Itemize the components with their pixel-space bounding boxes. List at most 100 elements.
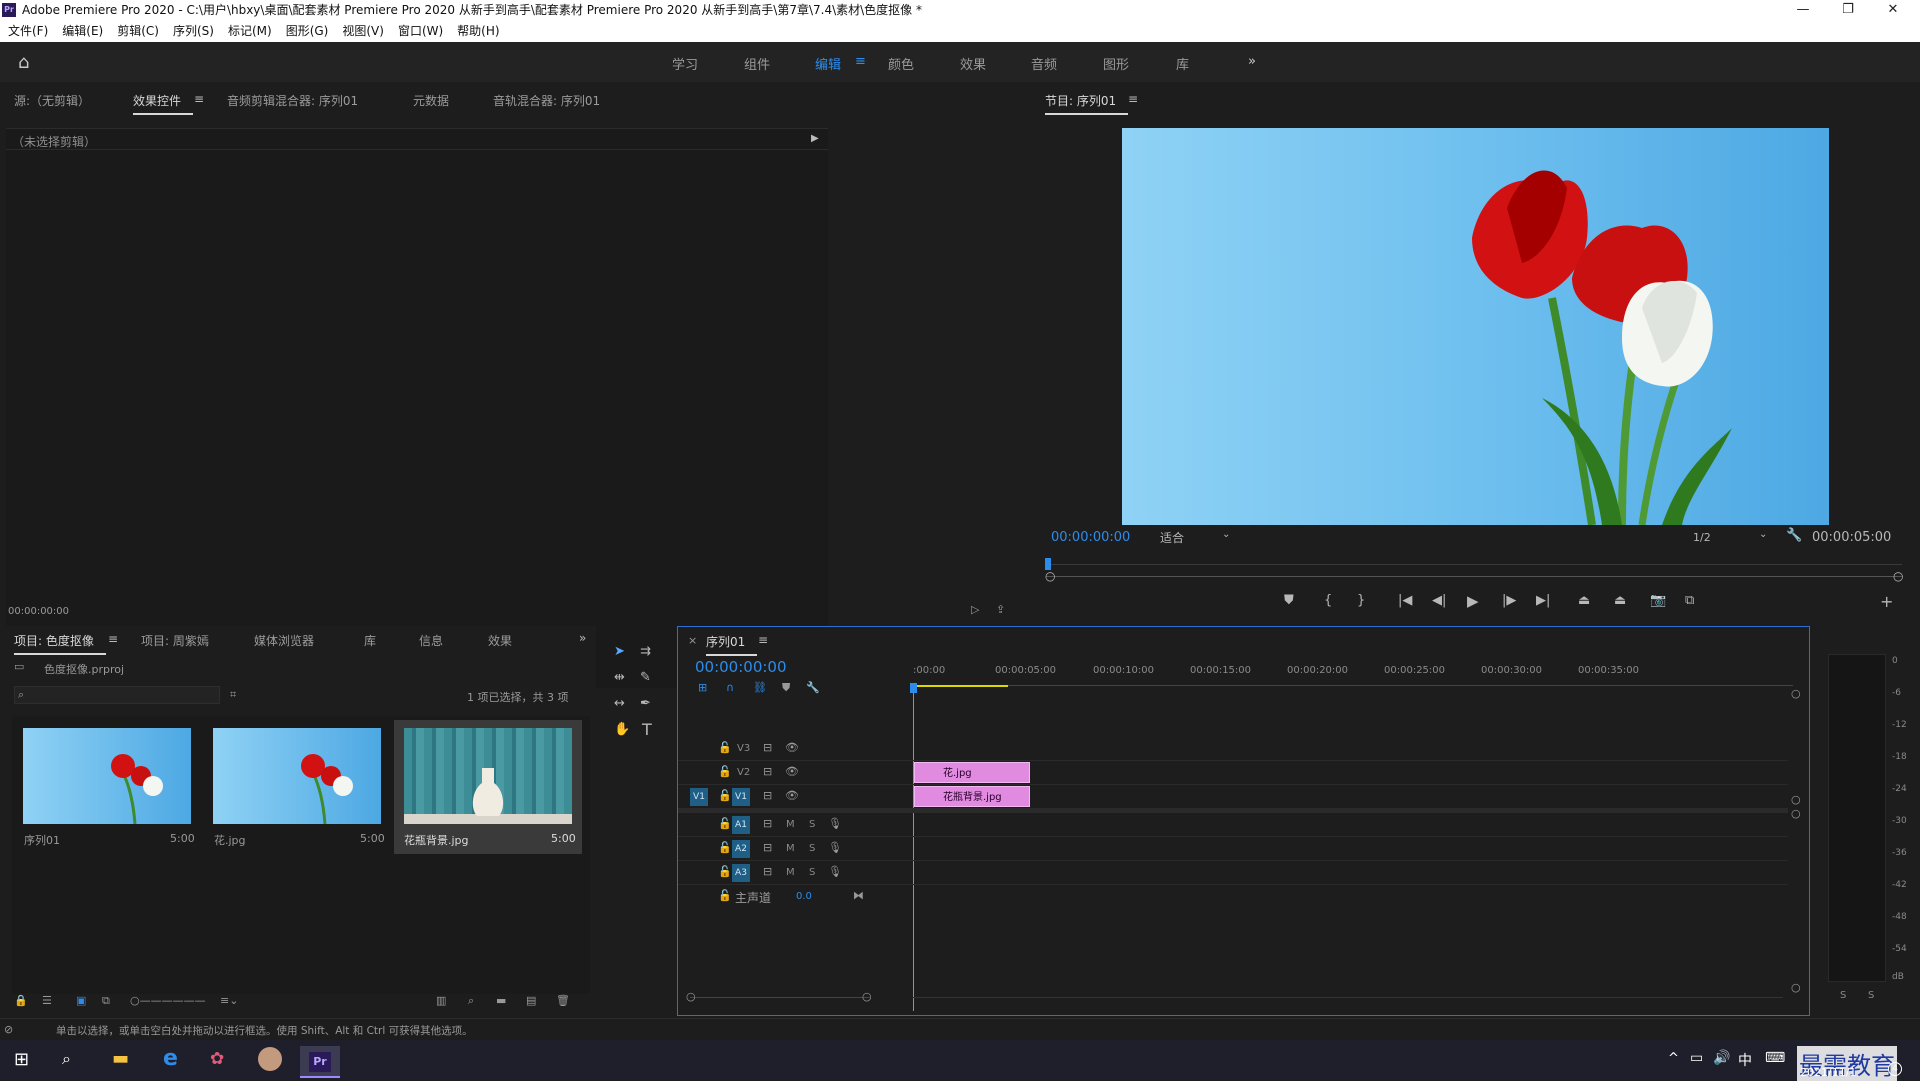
menu-edit[interactable]: 编辑(E) (62, 24, 103, 38)
a1-mic-icon[interactable]: 🎙 (828, 817, 842, 830)
time-ruler[interactable]: :00:00 00:00:05:00 00:00:10:00 00:00:15:… (913, 661, 1793, 697)
tab-project-chroma[interactable]: 项目: 色度抠像 (14, 632, 106, 655)
export-frame-icon[interactable]: 📷 (1650, 593, 1666, 608)
a2-lock-icon[interactable]: 🔓 (718, 841, 732, 854)
ime-indicator[interactable]: 中 (1738, 1050, 1752, 1070)
button-editor-icon[interactable]: + (1880, 592, 1893, 611)
network-icon[interactable]: ▭ (1690, 1050, 1703, 1066)
menu-clip[interactable]: 剪辑(C) (117, 24, 159, 38)
v2-label[interactable]: V2 (737, 767, 750, 778)
v2-sync-icon[interactable]: ⊟ (763, 765, 772, 778)
premiere-taskbar-button[interactable]: Pr (300, 1046, 340, 1078)
v2-lock-icon[interactable]: 🔓 (718, 765, 732, 778)
hscroll-left-handle[interactable]: ○ (686, 990, 696, 1003)
tab-source[interactable]: 源:（无剪辑） (14, 92, 90, 109)
sequence-menu-icon[interactable]: ≡ (758, 633, 768, 647)
sort-icon[interactable]: ≡⌄ (220, 994, 238, 1007)
tab-metadata[interactable]: 元数据 (413, 92, 449, 109)
icon-view-icon[interactable]: ▣ (76, 994, 86, 1007)
workspace-assembly[interactable]: 组件 (744, 54, 770, 73)
a3-label[interactable]: A3 (732, 864, 750, 882)
add-marker-icon[interactable]: ⛊ (1284, 593, 1294, 608)
a1-sync-icon[interactable]: ⊟ (763, 817, 772, 830)
a2-label[interactable]: A2 (732, 840, 750, 858)
go-to-in-icon[interactable]: |◀ (1398, 593, 1412, 608)
a3-lock-icon[interactable]: 🔓 (718, 865, 732, 878)
track-select-tool-icon[interactable]: ⇉ (640, 644, 651, 659)
expand-arrow-icon[interactable]: ▶ (811, 133, 819, 144)
zoom-handle-right[interactable]: ○ (1893, 569, 1903, 583)
mark-in-icon[interactable]: { (1324, 593, 1332, 608)
menu-sequence[interactable]: 序列(S) (173, 24, 214, 38)
a3-solo[interactable]: S (809, 867, 815, 878)
workspace-effects[interactable]: 效果 (960, 54, 986, 73)
timeline-hscroll[interactable] (913, 997, 1783, 998)
extract-icon[interactable]: ⏏ (1614, 593, 1626, 608)
timeline-settings-icon[interactable]: 🔧 (806, 681, 820, 694)
comparison-view-icon[interactable]: ⧉ (1685, 593, 1694, 608)
workspace-graphics[interactable]: 图形 (1103, 54, 1129, 73)
linked-selection-icon[interactable]: ⛓ (753, 681, 767, 694)
tab-project-zhou[interactable]: 项目: 周紫嫣 (141, 632, 209, 649)
zoom-slider[interactable]: ○—————— (130, 994, 206, 1007)
workspace-editing[interactable]: 编辑 (815, 54, 841, 73)
notification-icon[interactable]: 4 (1888, 1062, 1902, 1076)
source-patch-v1[interactable]: V1 (690, 788, 708, 806)
windows-start-icon[interactable]: ⊞ (14, 1049, 29, 1070)
v1-eye-icon[interactable]: 👁 (785, 789, 799, 802)
v3-label[interactable]: V3 (737, 743, 750, 754)
minimize-icon[interactable]: — (1783, 0, 1823, 20)
a1-label[interactable]: A1 (732, 816, 750, 834)
tab-effect-controls[interactable]: 效果控件 (133, 92, 194, 115)
playhead-handle[interactable] (910, 683, 917, 693)
show-hidden-icons[interactable]: ^ (1668, 1051, 1679, 1066)
workspace-color[interactable]: 颜色 (888, 54, 914, 73)
filter-icon[interactable]: ▷ (971, 603, 979, 616)
tab-audio-track-mixer[interactable]: 音轨混合器: 序列01 (493, 92, 600, 109)
tab-effects[interactable]: 效果 (488, 632, 512, 649)
menu-help[interactable]: 帮助(H) (457, 24, 499, 38)
program-time-ruler[interactable] (1046, 564, 1902, 565)
volume-icon[interactable]: 🔊 (1713, 1050, 1730, 1066)
track-header-scroll[interactable] (690, 997, 870, 998)
lift-icon[interactable]: ⏏ (1578, 593, 1590, 608)
app-icon[interactable]: ✿ (210, 1049, 224, 1069)
user-avatar-icon[interactable] (258, 1047, 282, 1071)
nest-icon[interactable]: ⊞ (698, 681, 707, 694)
program-zoom-bar[interactable] (1046, 576, 1902, 577)
workspace-libraries[interactable]: 库 (1176, 54, 1189, 73)
go-to-out-icon[interactable]: ▶| (1536, 593, 1550, 608)
taskbar-search-icon[interactable]: ⌕ (62, 1049, 71, 1069)
more-workspaces-icon[interactable]: » (1248, 54, 1256, 69)
automate-icon[interactable]: ▥ (436, 994, 446, 1007)
work-area-bar[interactable] (913, 685, 1008, 687)
step-forward-icon[interactable]: |▶ (1502, 593, 1516, 608)
tab-libraries[interactable]: 库 (364, 632, 376, 649)
lock-icon[interactable]: 🔒 (14, 994, 28, 1007)
workspace-audio[interactable]: 音频 (1031, 54, 1057, 73)
menu-window[interactable]: 窗口(W) (398, 24, 443, 38)
v3-eye-icon[interactable]: 👁 (785, 741, 799, 754)
taskbar-date[interactable]: 2021/11/1 (1800, 1066, 1856, 1079)
tab-media-browser[interactable]: 媒体浏览器 (254, 632, 314, 649)
v3-lock-icon[interactable]: 🔓 (718, 741, 732, 754)
v2-eye-icon[interactable]: 👁 (785, 765, 799, 778)
file-explorer-icon[interactable]: ▬ (112, 1048, 129, 1069)
step-back-icon[interactable]: ◀| (1432, 593, 1446, 608)
play-icon[interactable]: ▶ (1467, 592, 1479, 610)
close-sequence-icon[interactable]: × (688, 634, 697, 647)
more-tabs-icon[interactable]: » (579, 631, 586, 645)
a2-mic-icon[interactable]: 🎙 (828, 841, 842, 854)
v1-label[interactable]: V1 (732, 788, 750, 806)
program-playhead-timecode[interactable]: 00:00:00:00 (1051, 530, 1130, 545)
settings-wrench-icon[interactable]: 🔧 (1786, 528, 1802, 543)
freeform-view-icon[interactable]: ⧉ (102, 994, 110, 1008)
menu-graphics[interactable]: 图形(G) (286, 24, 329, 38)
menu-view[interactable]: 视图(V) (342, 24, 384, 38)
a3-sync-icon[interactable]: ⊟ (763, 865, 772, 878)
vscroll-bottom-handle[interactable]: ○ (1791, 981, 1801, 994)
meter-solo-right[interactable]: S (1868, 990, 1874, 1001)
razor-tool-icon[interactable]: ✎ (640, 670, 651, 685)
program-menu-icon[interactable]: ≡ (1128, 92, 1138, 106)
v3-sync-icon[interactable]: ⊟ (763, 741, 772, 754)
